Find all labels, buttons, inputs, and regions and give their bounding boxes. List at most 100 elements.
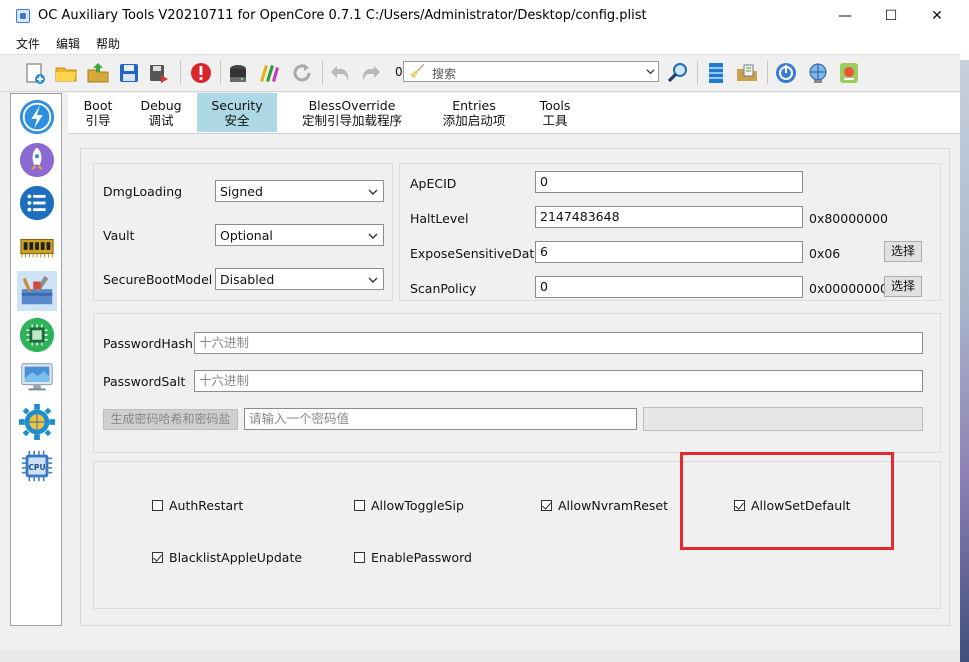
password-salt-input[interactable]: 十六进制 — [194, 370, 923, 392]
title-bar: OC Auxiliary Tools V20210711 for OpenCor… — [0, 0, 960, 32]
halt-level-input[interactable]: 2147483648 — [535, 206, 803, 228]
tab-debug[interactable]: Debug 调试 — [134, 93, 188, 132]
sidebar-item-acpi[interactable] — [17, 97, 57, 137]
save-button[interactable] — [116, 60, 142, 86]
sidebar-item-uefi[interactable] — [17, 402, 57, 442]
menu-help[interactable]: 帮助 — [96, 35, 120, 52]
tab-blessoverride[interactable]: BlessOverride 定制引导加载程序 — [296, 93, 408, 132]
password-hash-input[interactable]: 十六进制 — [194, 332, 923, 354]
lightning-icon — [19, 99, 55, 135]
sidebar-item-platforminfo[interactable] — [17, 358, 57, 398]
allow-toggle-sip-label: AllowToggleSip — [371, 498, 464, 513]
sidebar-item-cpu[interactable]: CPU — [17, 446, 57, 486]
app-badge-icon — [840, 63, 858, 83]
scan-policy-select-button[interactable]: 选择 — [884, 276, 922, 297]
halt-level-label: HaltLevel — [410, 211, 469, 226]
sidebar-item-nvram[interactable] — [17, 315, 57, 355]
about-button[interactable] — [836, 60, 862, 86]
password-group: PasswordHash 十六进制 PasswordSalt 十六进制 生成密码… — [93, 313, 941, 453]
tab-boot[interactable]: Boot 引导 — [74, 93, 122, 132]
menu-bar: 文件 编辑 帮助 — [0, 32, 960, 54]
boot-security-group: DmgLoading Signed Vault Optional SecureB… — [93, 163, 393, 301]
minimize-button[interactable]: — — [822, 0, 868, 32]
save-as-button[interactable] — [146, 60, 172, 86]
search-combobox[interactable]: 🧹 搜索 — [403, 61, 659, 82]
allow-nvram-reset-checkbox[interactable]: AllowNvramReset — [541, 498, 668, 513]
checkbox-box — [152, 500, 163, 511]
refresh-button[interactable] — [289, 60, 315, 86]
rocket-icon — [19, 142, 55, 178]
checkbox-checked-icon — [541, 500, 552, 511]
password-hash-label: PasswordHash — [103, 336, 193, 351]
database-button[interactable] — [703, 60, 729, 86]
disk-drive-icon — [230, 65, 246, 82]
expose-sensitive-data-select-button[interactable]: 选择 — [884, 241, 922, 262]
folder-arrow-icon — [87, 63, 109, 83]
refresh-icon — [293, 64, 311, 82]
window-title: OC Auxiliary Tools V20210711 for OpenCor… — [38, 8, 647, 23]
tab-entries-label-en: Entries — [452, 98, 496, 113]
highlight-box — [680, 452, 894, 550]
desktop-edge — [960, 0, 969, 662]
search-button[interactable] — [665, 60, 691, 86]
open-folder-icon — [55, 67, 77, 82]
menu-file[interactable]: 文件 — [16, 35, 40, 52]
app-logo-icon — [16, 9, 30, 23]
vault-select[interactable]: Optional — [215, 224, 384, 246]
secure-boot-model-label: SecureBootModel — [103, 272, 213, 287]
sidebar-item-deviceproperties[interactable] — [17, 183, 57, 223]
open-recent-button[interactable] — [85, 60, 111, 86]
maximize-button[interactable]: ☐ — [868, 0, 914, 32]
enable-password-label: EnablePassword — [371, 550, 472, 565]
tab-security-label-zh: 安全 — [224, 113, 250, 128]
dmg-loading-select[interactable]: Signed — [215, 180, 384, 202]
sidebar-item-booter[interactable] — [17, 140, 57, 180]
chevron-down-icon — [368, 233, 378, 239]
expose-sensitive-data-label: ExposeSensitiveData — [410, 246, 542, 261]
redo-button[interactable] — [358, 60, 384, 86]
online-button[interactable] — [805, 60, 831, 86]
validate-button[interactable] — [188, 60, 214, 86]
new-file-icon — [26, 63, 45, 84]
close-button[interactable]: ✕ — [914, 0, 960, 32]
save-as-icon — [150, 65, 168, 83]
edit-tools-button[interactable] — [256, 60, 282, 86]
security-values-group: ApECID 0 HaltLevel 2147483648 0x80000000… — [399, 163, 941, 301]
blacklist-apple-update-checkbox[interactable]: BlacklistAppleUpdate — [152, 550, 302, 565]
scan-policy-label: ScanPolicy — [410, 281, 477, 296]
dmg-loading-label: DmgLoading — [103, 184, 183, 199]
tab-blessoverride-label-en: BlessOverride — [308, 98, 396, 113]
search-placeholder: 搜索 — [432, 67, 457, 81]
menu-edit[interactable]: 编辑 — [56, 35, 80, 52]
secure-boot-model-select[interactable]: Disabled — [215, 268, 384, 290]
tab-tools[interactable]: Tools 工具 — [529, 93, 581, 132]
generate-password-hash-button[interactable]: 生成密码哈希和密码盐 — [103, 409, 238, 430]
enable-password-checkbox[interactable]: EnablePassword — [354, 550, 472, 565]
ap-ecid-input[interactable]: 0 — [535, 171, 803, 193]
sidebar-item-misc[interactable] — [17, 271, 57, 311]
blacklist-apple-update-label: BlacklistAppleUpdate — [169, 550, 303, 565]
open-directory-button[interactable] — [734, 60, 760, 86]
checkbox-box — [354, 552, 365, 563]
folder-document-icon — [737, 64, 757, 81]
database-icon — [709, 63, 723, 83]
expose-sensitive-data-input[interactable]: 6 — [535, 241, 803, 263]
sidebar-item-kernel[interactable] — [17, 227, 57, 267]
auth-restart-checkbox[interactable]: AuthRestart — [152, 498, 243, 513]
checkbox-box — [354, 500, 365, 511]
halt-level-hex: 0x80000000 — [809, 211, 888, 226]
update-check-button[interactable] — [773, 60, 799, 86]
tab-security[interactable]: Security 安全 — [197, 93, 277, 132]
undo-arrow-icon — [331, 66, 349, 81]
list-icon — [19, 185, 55, 221]
network-globe-icon — [809, 63, 827, 83]
undo-button[interactable] — [327, 60, 353, 86]
password-value-input[interactable]: 请输入一个密码值 — [244, 408, 637, 430]
tab-entries[interactable]: Entries 添加启动项 — [438, 93, 510, 132]
allow-toggle-sip-checkbox[interactable]: AllowToggleSip — [354, 498, 464, 513]
tab-blessoverride-label-zh: 定制引导加载程序 — [301, 113, 402, 128]
open-folder-button[interactable] — [53, 60, 79, 86]
scan-policy-input[interactable]: 0 — [535, 276, 803, 298]
mount-efi-button[interactable] — [225, 60, 251, 86]
new-file-button[interactable] — [22, 60, 48, 86]
